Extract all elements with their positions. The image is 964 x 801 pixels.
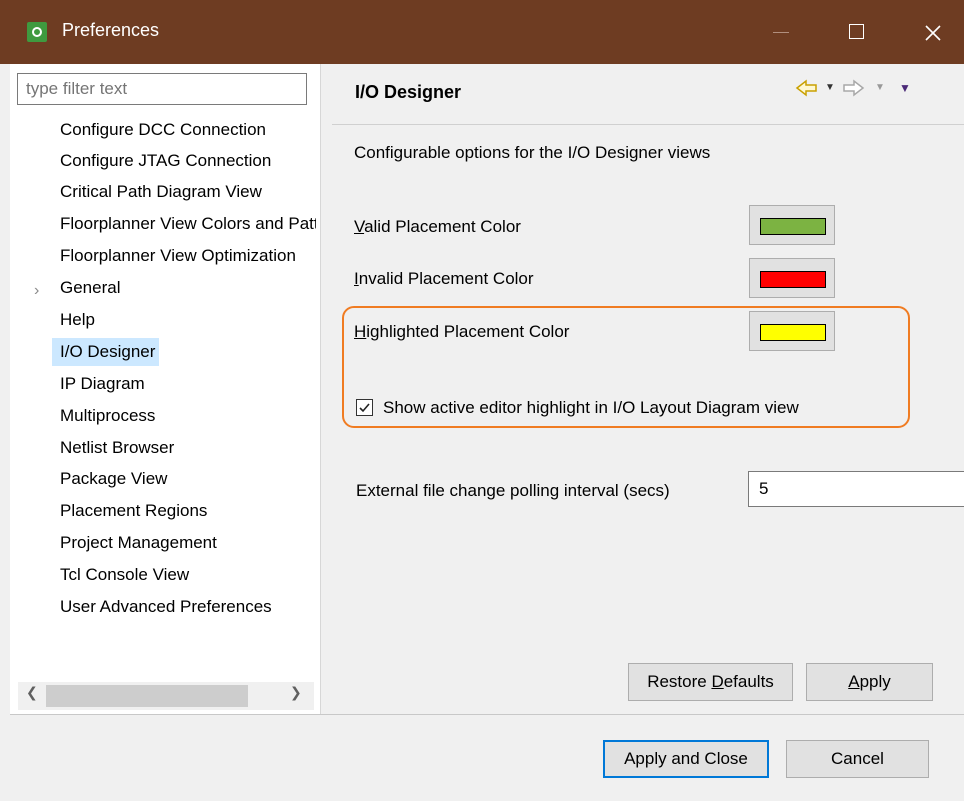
forward-icon[interactable] <box>841 78 865 103</box>
close-icon <box>925 25 941 41</box>
footer-divider <box>10 714 964 715</box>
tree-horizontal-scrollbar[interactable]: ❮ ❯ <box>18 682 314 710</box>
polling-interval-label: External file change polling interval (s… <box>356 481 670 500</box>
page-title: I/O Designer <box>355 82 462 102</box>
tree-item-help[interactable]: Help <box>60 306 316 334</box>
polling-interval-input[interactable] <box>748 471 964 507</box>
highlighted-color-button[interactable] <box>749 311 835 351</box>
invalid-color-button[interactable] <box>749 258 835 298</box>
valid-color-label: Valid Placement Color <box>354 217 521 236</box>
window-title: Preferences <box>62 20 160 40</box>
tree-item-project-management[interactable]: Project Management <box>60 529 316 557</box>
valid-color-button[interactable] <box>749 205 835 245</box>
forward-dropdown-icon[interactable]: ▼ <box>875 82 885 93</box>
title-bar: Preferences <box>0 0 964 64</box>
back-dropdown-icon[interactable]: ▼ <box>825 82 835 93</box>
tree-item-placement-regions[interactable]: Placement Regions <box>60 497 316 525</box>
back-icon[interactable] <box>795 78 819 103</box>
expand-general-icon[interactable]: › <box>34 282 39 300</box>
scroll-thumb[interactable] <box>46 685 248 707</box>
close-button[interactable] <box>910 0 956 64</box>
highlighted-color-label: Highlighted Placement Color <box>354 322 570 341</box>
tree-item-general[interactable]: General <box>60 274 316 302</box>
show-highlight-label[interactable]: Show active editor highlight in I/O Layo… <box>383 398 799 418</box>
tree-item-configure-dcc[interactable]: Configure DCC Connection <box>60 116 316 144</box>
tree-item-floorplanner-optimization[interactable]: Floorplanner View Optimization <box>60 242 316 270</box>
tree-item-io-designer[interactable]: I/O Designer <box>52 338 160 366</box>
tree-item-netlist-browser[interactable]: Netlist Browser <box>60 434 316 462</box>
tree-item-configure-jtag[interactable]: Configure JTAG Connection <box>60 147 316 175</box>
highlighted-color-swatch <box>760 324 826 341</box>
cancel-button[interactable]: Cancel <box>786 740 929 778</box>
show-highlight-checkbox[interactable] <box>356 399 373 416</box>
app-icon <box>27 22 47 42</box>
restore-defaults-button[interactable]: Restore Defaults <box>628 663 793 701</box>
tree-item-ip-diagram[interactable]: IP Diagram <box>60 370 316 398</box>
tree-item-multiprocess[interactable]: Multiprocess <box>60 402 316 430</box>
invalid-color-swatch <box>760 271 826 288</box>
apply-button[interactable]: Apply <box>806 663 933 701</box>
page-description: Configurable options for the I/O Designe… <box>354 143 711 162</box>
apply-and-close-button[interactable]: Apply and Close <box>603 740 769 778</box>
tree-item-critical-path[interactable]: Critical Path Diagram View <box>60 178 316 206</box>
minimize-button[interactable] <box>758 0 804 64</box>
checkmark-icon <box>359 403 370 413</box>
tree-item-tcl-console[interactable]: Tcl Console View <box>60 561 316 589</box>
maximize-button[interactable] <box>832 0 878 64</box>
invalid-color-label: Invalid Placement Color <box>354 269 534 288</box>
scroll-right-icon[interactable]: ❯ <box>290 684 302 701</box>
view-menu-icon[interactable]: ▼ <box>899 81 911 95</box>
valid-color-swatch <box>760 218 826 235</box>
tree-item-package-view[interactable]: Package View <box>60 465 316 493</box>
tree-item-floorplanner-colors[interactable]: Floorplanner View Colors and Patterns <box>60 210 316 238</box>
scroll-left-icon[interactable]: ❮ <box>26 684 38 701</box>
tree-item-user-advanced[interactable]: User Advanced Preferences <box>60 593 316 621</box>
filter-input[interactable] <box>17 73 307 105</box>
